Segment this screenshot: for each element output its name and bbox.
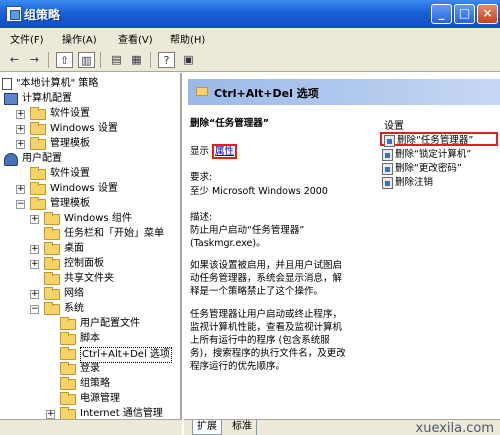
title-bar: 组策略 _ □ × [0, 0, 500, 28]
expand-plus-icon[interactable]: + [16, 110, 25, 119]
folder-icon [196, 87, 208, 96]
detail-header-title: Ctrl+Alt+Del 选项 [214, 87, 319, 100]
detail-header: Ctrl+Alt+Del 选项 [188, 79, 500, 105]
export-icon[interactable]: ▦ [128, 52, 145, 68]
user-icon [4, 153, 18, 166]
policy-setting-icon [382, 177, 393, 189]
view-tabs: 扩展 标准 xuexila.com [184, 419, 500, 435]
folder-icon [30, 122, 46, 135]
description-text: 务)，搜索程序的执行文件名，及更改 [190, 348, 346, 359]
expand-plus-icon[interactable]: + [16, 140, 25, 149]
requirements-value: 至少 Microsoft Windows 2000 [190, 186, 328, 197]
watermark: xuexila.com [415, 421, 494, 435]
folder-icon [60, 332, 76, 345]
view-icon[interactable]: ▣ [180, 52, 197, 68]
folder-icon [60, 392, 76, 405]
description-text: 如果该设置被启用，并且用户试图启 [190, 260, 343, 271]
expand-plus-icon[interactable]: + [30, 245, 39, 254]
toolbar: ← → ⇧ ▥ ▤ ▦ ? ▣ [0, 48, 500, 72]
folder-open-icon [30, 197, 46, 210]
description-text: 上所有运行中的程序 (包含系统服 [190, 335, 330, 346]
folder-icon [30, 182, 46, 195]
help-icon[interactable]: ? [158, 52, 175, 68]
display-row: 显示 属性 [190, 143, 238, 159]
description-text: 监视计算机性能，查看及监视计算机 [190, 322, 343, 333]
display-label: 显示 [190, 146, 210, 157]
setting-remove-change-password[interactable]: 删除“更改密码” [380, 162, 498, 176]
folder-icon [30, 167, 46, 180]
description-text: 动任务管理器，系统会显示消息，解 [190, 273, 343, 284]
toolbar-separator [48, 52, 49, 68]
expand-plus-icon[interactable]: + [30, 290, 39, 299]
close-button[interactable]: × [477, 4, 498, 24]
description-text: 程序运行的优先顺序。 [190, 361, 286, 372]
policy-setting-icon [382, 163, 393, 175]
description-text: 任务管理器让用户启动或终止程序， [190, 309, 343, 320]
menu-action[interactable]: 操作(A) [62, 31, 97, 46]
settings-column-header[interactable]: 设置 [384, 117, 404, 132]
folder-icon [60, 377, 76, 390]
requirements-label: 要求: [190, 172, 213, 183]
menu-view[interactable]: 查看(V) [118, 31, 153, 46]
properties-link[interactable]: 属性 [212, 144, 238, 159]
back-arrow-icon[interactable]: ← [6, 52, 23, 68]
menu-help[interactable]: 帮助(H) [170, 31, 205, 46]
description-label: 描述: [190, 212, 213, 223]
policy-setting-icon [382, 149, 393, 161]
properties-icon[interactable]: ▤ [108, 52, 125, 68]
policy-document-icon [2, 78, 12, 90]
maximize-button[interactable]: □ [454, 4, 475, 24]
policy-title: 删除“任务管理器” [190, 118, 269, 129]
detail-pane: Ctrl+Alt+Del 选项 删除“任务管理器” 显示 属性 要求: 至少 M… [184, 73, 500, 419]
expand-plus-icon[interactable]: + [30, 260, 39, 269]
window-title: 组策略 [24, 8, 61, 22]
expand-plus-icon[interactable]: + [30, 215, 39, 224]
collapse-minus-icon[interactable]: − [30, 305, 39, 314]
folder-icon [44, 257, 60, 270]
folder-icon [44, 242, 60, 255]
expand-plus-icon[interactable]: + [16, 125, 25, 134]
up-folder-icon[interactable]: ⇧ [56, 52, 73, 68]
forward-arrow-icon[interactable]: → [26, 52, 43, 68]
folder-icon [44, 287, 60, 300]
folder-icon [44, 227, 60, 240]
tab-standard[interactable]: 标准 [228, 420, 257, 435]
group-policy-icon [6, 6, 22, 22]
description-text: 防止用户启动“任务管理器” [190, 225, 305, 236]
toolbar-separator [150, 52, 151, 68]
policy-setting-icon [384, 135, 395, 147]
description-text: 释是一个策略禁止了这个操作。 [190, 286, 324, 297]
tree-footer [0, 419, 182, 435]
expand-plus-icon[interactable]: + [16, 185, 25, 194]
folder-icon [44, 272, 60, 285]
folder-open-icon [60, 347, 76, 360]
folder-icon [44, 212, 60, 225]
folder-icon [60, 317, 76, 330]
folder-open-icon [44, 302, 60, 315]
folder-icon [30, 137, 46, 150]
minimize-button[interactable]: _ [431, 4, 452, 24]
folder-icon [60, 362, 76, 375]
menu-file[interactable]: 文件(F) [10, 31, 44, 46]
toolbar-separator [100, 52, 101, 68]
collapse-minus-icon[interactable]: − [16, 200, 25, 209]
setting-remove-lock-computer[interactable]: 删除“锁定计算机” [380, 148, 498, 162]
tab-extended[interactable]: 扩展 [192, 420, 222, 435]
policy-tree[interactable]: "本地计算机" 策略 计算机配置 + 软件设置 + Windows 设置 + 管… [0, 73, 182, 419]
setting-remove-logoff[interactable]: 删除注销 [380, 176, 498, 190]
settings-list: 设置 删除“任务管理器” 删除“锁定计算机” 删除“更改密码” 删除注销 [380, 105, 500, 215]
menu-bar: 文件(F) 操作(A) 查看(V) 帮助(H) [0, 28, 500, 48]
show-tree-icon[interactable]: ▥ [78, 52, 95, 68]
setting-remove-task-manager[interactable]: 删除“任务管理器” [380, 132, 498, 147]
policy-description: 删除“任务管理器” 显示 属性 要求: 至少 Microsoft Windows… [184, 105, 376, 395]
computer-icon [4, 93, 18, 105]
folder-icon [60, 407, 76, 419]
description-text: (Taskmgr.exe)。 [190, 238, 266, 249]
folder-icon [30, 107, 46, 120]
expand-plus-icon[interactable]: + [46, 410, 55, 419]
